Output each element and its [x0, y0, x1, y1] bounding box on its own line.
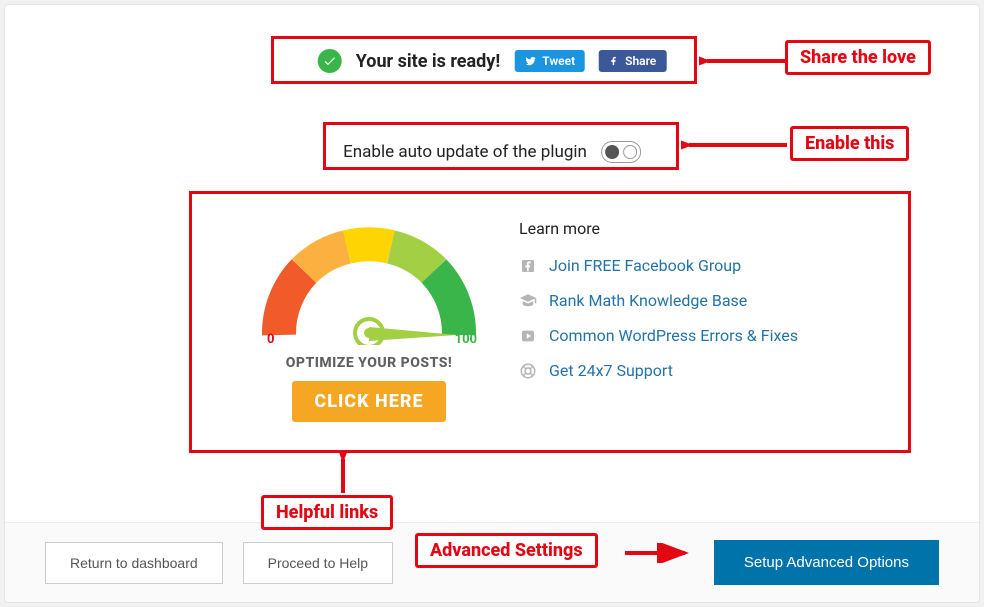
seo-score-gauge: 0 100 — [259, 215, 479, 345]
toggle-track-hole — [623, 145, 637, 159]
optimize-and-learn-panel: 0 100 OPTIMIZE YOUR POSTS! CLICK HERE Le… — [195, 201, 905, 451]
proceed-help-button[interactable]: Proceed to Help — [243, 542, 393, 584]
learn-more-link[interactable]: Get 24x7 Support — [549, 361, 673, 380]
twitter-icon — [524, 55, 536, 67]
graduation-cap-icon — [519, 292, 537, 310]
status-row: Your site is ready! Tweet Share — [306, 43, 679, 79]
learn-more-link[interactable]: Rank Math Knowledge Base — [549, 291, 747, 310]
learn-more-column: Learn more Join FREE Facebook Group Rank… — [519, 215, 885, 396]
list-item: Get 24x7 Support — [519, 361, 885, 380]
annotation-arrow — [333, 453, 353, 497]
play-icon — [519, 327, 537, 345]
setup-wizard-final-step: Your site is ready! Tweet Share Enable a… — [4, 4, 980, 603]
learn-more-heading: Learn more — [519, 219, 885, 238]
seo-gauge-column: 0 100 OPTIMIZE YOUR POSTS! CLICK HERE — [259, 215, 479, 422]
learn-more-list: Join FREE Facebook Group Rank Math Knowl… — [519, 256, 885, 380]
list-item: Common WordPress Errors & Fixes — [519, 326, 885, 345]
annotation-label-enable-this: Enable this — [790, 126, 909, 161]
tweet-button-label: Tweet — [542, 54, 575, 68]
facebook-icon — [519, 257, 537, 275]
life-ring-icon — [519, 362, 537, 380]
fb-share-button-label: Share — [625, 54, 656, 68]
learn-more-link[interactable]: Join FREE Facebook Group — [549, 256, 741, 275]
optimize-posts-heading: OPTIMIZE YOUR POSTS! — [259, 355, 479, 371]
list-item: Rank Math Knowledge Base — [519, 291, 885, 310]
annotation-arrow — [699, 51, 789, 71]
facebook-icon — [609, 55, 619, 67]
gauge-max-label: 100 — [455, 332, 477, 347]
success-check-icon — [318, 49, 342, 73]
gauge-min-label: 0 — [267, 332, 274, 347]
status-title: Your site is ready! — [356, 51, 501, 72]
learn-more-link[interactable]: Common WordPress Errors & Fixes — [549, 326, 798, 345]
auto-update-label: Enable auto update of the plugin — [343, 142, 587, 162]
annotation-arrow — [681, 135, 791, 155]
return-dashboard-button[interactable]: Return to dashboard — [45, 542, 223, 584]
tweet-button[interactable]: Tweet — [514, 50, 585, 72]
wizard-footer: Return to dashboard Proceed to Help Setu… — [5, 522, 979, 602]
auto-update-row: Enable auto update of the plugin — [329, 133, 655, 171]
annotation-label-share-love: Share the love — [785, 40, 931, 75]
list-item: Join FREE Facebook Group — [519, 256, 885, 275]
fb-share-button[interactable]: Share — [599, 50, 666, 72]
auto-update-toggle[interactable] — [601, 141, 641, 163]
toggle-knob — [605, 145, 619, 159]
setup-advanced-options-button[interactable]: Setup Advanced Options — [714, 540, 939, 585]
optimize-cta-button[interactable]: CLICK HERE — [292, 381, 445, 422]
